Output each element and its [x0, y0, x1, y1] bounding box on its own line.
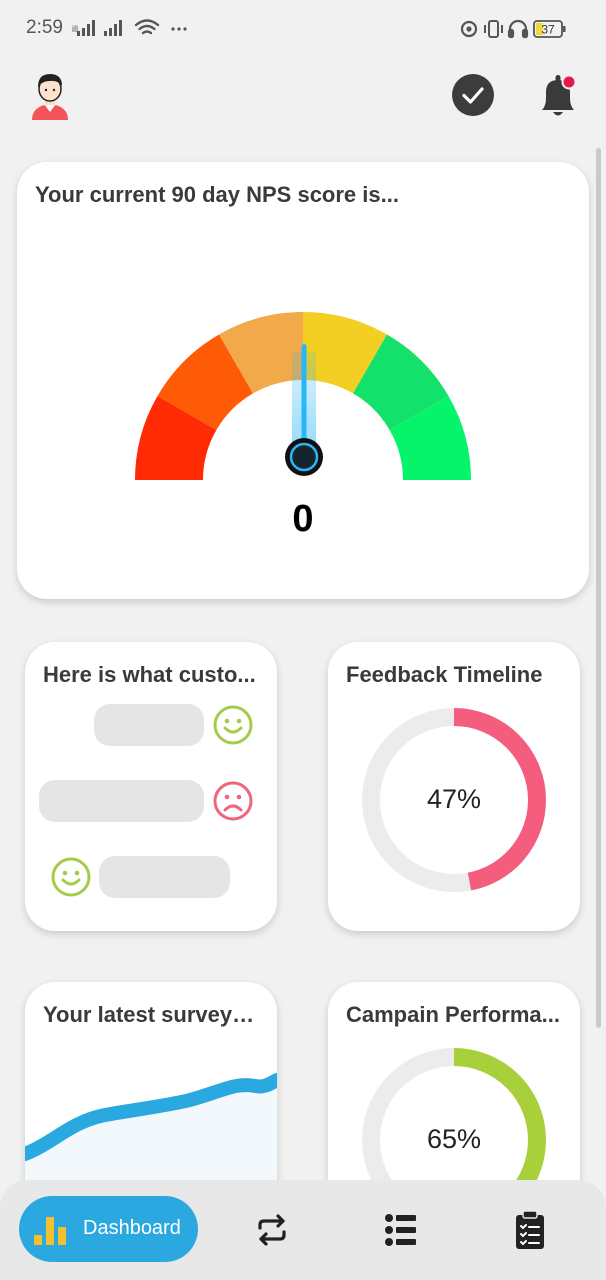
bottom-navigation: Dashboard [0, 1180, 606, 1280]
status-time: 2:59 [26, 17, 63, 38]
feedback-timeline-card[interactable]: Feedback Timeline 47% [328, 642, 580, 931]
status-left-icons: ill [72, 19, 187, 36]
sync-icon[interactable] [254, 1212, 290, 1248]
customers-card-title: Here is what custo... [43, 662, 256, 687]
comment-bubble [94, 704, 204, 746]
status-right-icons: 37 [460, 19, 566, 39]
happy-face-icon [213, 705, 253, 745]
nav-dashboard-label: Dashboard [83, 1217, 181, 1239]
checklist-icon[interactable] [384, 1212, 418, 1248]
battery-level: 37 [541, 23, 555, 37]
feedback-card-title: Feedback Timeline [346, 662, 543, 687]
comment-bubble [39, 780, 204, 822]
nps-score-card[interactable]: Your current 90 day NPS score is... 0 [17, 162, 589, 599]
gauge-hub-ring [289, 442, 319, 472]
bell-icon[interactable] [536, 72, 580, 120]
wifi-icon [134, 19, 160, 35]
happy-face-icon [51, 857, 91, 897]
campaign-card-title: Campain Performa... [346, 1002, 560, 1027]
dashboard-icon [34, 1217, 66, 1245]
sad-face-icon [213, 781, 253, 821]
campaign-percent: 65% [426, 1124, 482, 1154]
feedback-percent: 47% [426, 784, 482, 814]
check-circle-icon [462, 87, 484, 104]
notification-dot [561, 74, 577, 90]
check-button[interactable] [452, 74, 494, 116]
more-dots-icon [171, 27, 187, 31]
comment-bubble [99, 856, 230, 898]
nps-score-value: 0 [292, 498, 314, 540]
headphones-icon [507, 19, 529, 39]
top-bar [0, 58, 606, 138]
scrollbar[interactable] [596, 148, 601, 1028]
data-saver-icon [460, 20, 478, 38]
signal-icon [104, 20, 122, 36]
clipboard-icon[interactable] [514, 1210, 546, 1250]
vibrate-icon [484, 20, 503, 38]
customer-feedback-card[interactable]: Here is what custo... [25, 642, 277, 931]
battery-icon: 37 [533, 20, 566, 38]
avatar[interactable] [28, 70, 72, 120]
status-bar: 2:59 ill 37 [0, 0, 606, 58]
signal-icon: ill [72, 20, 95, 36]
nav-dashboard-button[interactable]: Dashboard [19, 1196, 198, 1262]
